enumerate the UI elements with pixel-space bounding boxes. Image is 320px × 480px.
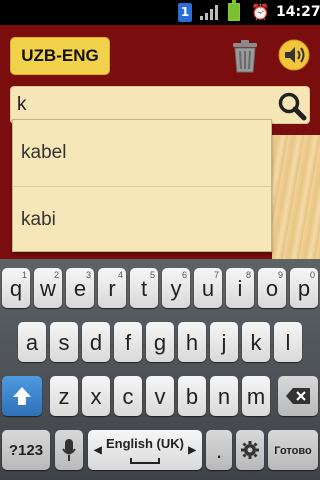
symbols-key[interactable]: ?123 [2, 430, 50, 470]
key-a[interactable]: a [18, 322, 46, 362]
key-r[interactable]: 4r [98, 268, 126, 308]
backspace-icon [285, 385, 311, 410]
key-g[interactable]: g [146, 322, 174, 362]
key-e[interactable]: 3e [66, 268, 94, 308]
status-bar: 1 ⏰ 14:27 [0, 0, 320, 25]
key-w[interactable]: 2w [34, 268, 62, 308]
language-pair-button[interactable]: UZB-ENG [10, 37, 110, 75]
key-b[interactable]: b [178, 376, 206, 416]
chevron-right-icon: ▶ [188, 445, 196, 456]
key-n[interactable]: n [210, 376, 238, 416]
microphone-icon [62, 439, 76, 467]
battery-icon [228, 0, 240, 21]
signal-icon [200, 4, 220, 20]
key-j[interactable]: j [210, 322, 238, 362]
shift-arrow-icon [12, 387, 32, 412]
delete-key[interactable] [278, 376, 318, 416]
key-i[interactable]: 8i [226, 268, 254, 308]
key-h[interactable]: h [178, 322, 206, 362]
chevron-left-icon: ◀ [94, 445, 102, 456]
gear-icon [240, 440, 260, 465]
key-t[interactable]: 5t [130, 268, 158, 308]
key-c[interactable]: c [114, 376, 142, 416]
suggestion-item[interactable]: kabel [13, 120, 271, 186]
key-y[interactable]: 6y [162, 268, 190, 308]
magnifier-icon[interactable] [277, 91, 307, 121]
done-key[interactable]: Готово [268, 430, 318, 470]
language-switch-key[interactable]: ◀ English (UK) ▶ [88, 430, 202, 470]
speaker-icon[interactable] [278, 39, 310, 71]
suggestion-item[interactable]: kabi [13, 186, 271, 252]
key-d[interactable]: d [82, 322, 110, 362]
wood-background [272, 135, 320, 259]
key-s[interactable]: s [50, 322, 78, 362]
key-f[interactable]: f [114, 322, 142, 362]
key-x[interactable]: x [82, 376, 110, 416]
shift-key[interactable] [2, 376, 42, 416]
mic-key[interactable] [55, 430, 83, 470]
key-o[interactable]: 9o [258, 268, 286, 308]
key-m[interactable]: m [242, 376, 270, 416]
trash-icon[interactable] [231, 39, 259, 73]
suggestions-dropdown: kabel kabi [12, 119, 272, 252]
key-k[interactable]: k [242, 322, 270, 362]
key-p[interactable]: 0p [290, 268, 318, 308]
status-time: 14:27 [276, 4, 320, 20]
key-z[interactable]: z [50, 376, 78, 416]
key-v[interactable]: v [146, 376, 174, 416]
key-u[interactable]: 7u [194, 268, 222, 308]
key-l[interactable]: l [274, 322, 302, 362]
settings-key[interactable] [236, 430, 264, 470]
dictionary-app: UZB-ENG kabel kabi [0, 25, 320, 259]
soft-keyboard: 1q 2w 3e 4r 5t 6y 7u 8i 9o 0p a s d f g … [0, 259, 320, 480]
period-key[interactable]: . [206, 430, 232, 470]
sim-indicator: 1 [178, 3, 192, 22]
alarm-icon: ⏰ [251, 3, 270, 21]
spacebar-icon [130, 458, 160, 464]
key-q[interactable]: 1q [2, 268, 30, 308]
search-input[interactable] [17, 91, 267, 119]
